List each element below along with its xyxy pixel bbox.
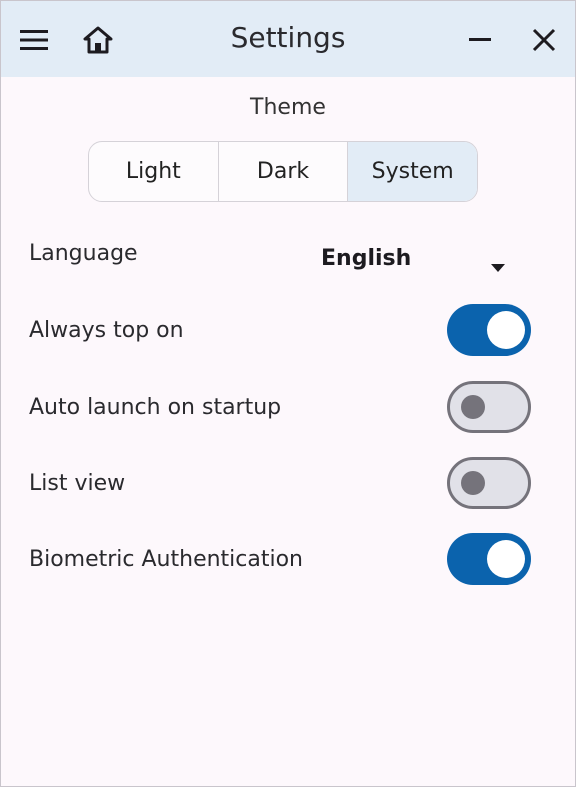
list-view-label: List view: [29, 471, 126, 496]
always-top-on-toggle[interactable]: [447, 304, 531, 356]
settings-window: Settings Theme Light Dark System Languag…: [0, 0, 576, 787]
theme-label: Theme: [250, 95, 326, 120]
theme-segmented-control: Light Dark System: [88, 141, 478, 202]
dropdown-arrow-icon: [491, 257, 505, 276]
minimize-icon[interactable]: [463, 23, 497, 57]
toggle-knob: [487, 540, 525, 578]
toggle-knob: [461, 471, 485, 495]
language-dropdown[interactable]: English: [319, 241, 519, 281]
theme-option-light[interactable]: Light: [89, 142, 219, 201]
biometric-auth-label: Biometric Authentication: [29, 547, 304, 572]
biometric-auth-toggle[interactable]: [447, 533, 531, 585]
auto-launch-toggle[interactable]: [447, 381, 531, 433]
toggle-knob: [487, 311, 525, 349]
theme-option-system[interactable]: System: [348, 142, 477, 201]
theme-option-dark[interactable]: Dark: [219, 142, 349, 201]
auto-launch-label: Auto launch on startup: [29, 395, 282, 420]
language-label: Language: [29, 241, 138, 266]
close-icon[interactable]: [527, 23, 561, 57]
toggle-knob: [461, 395, 485, 419]
title-bar: Settings: [1, 1, 575, 77]
always-top-on-label: Always top on: [29, 318, 184, 343]
list-view-toggle[interactable]: [447, 457, 531, 509]
language-value: English: [321, 246, 412, 271]
